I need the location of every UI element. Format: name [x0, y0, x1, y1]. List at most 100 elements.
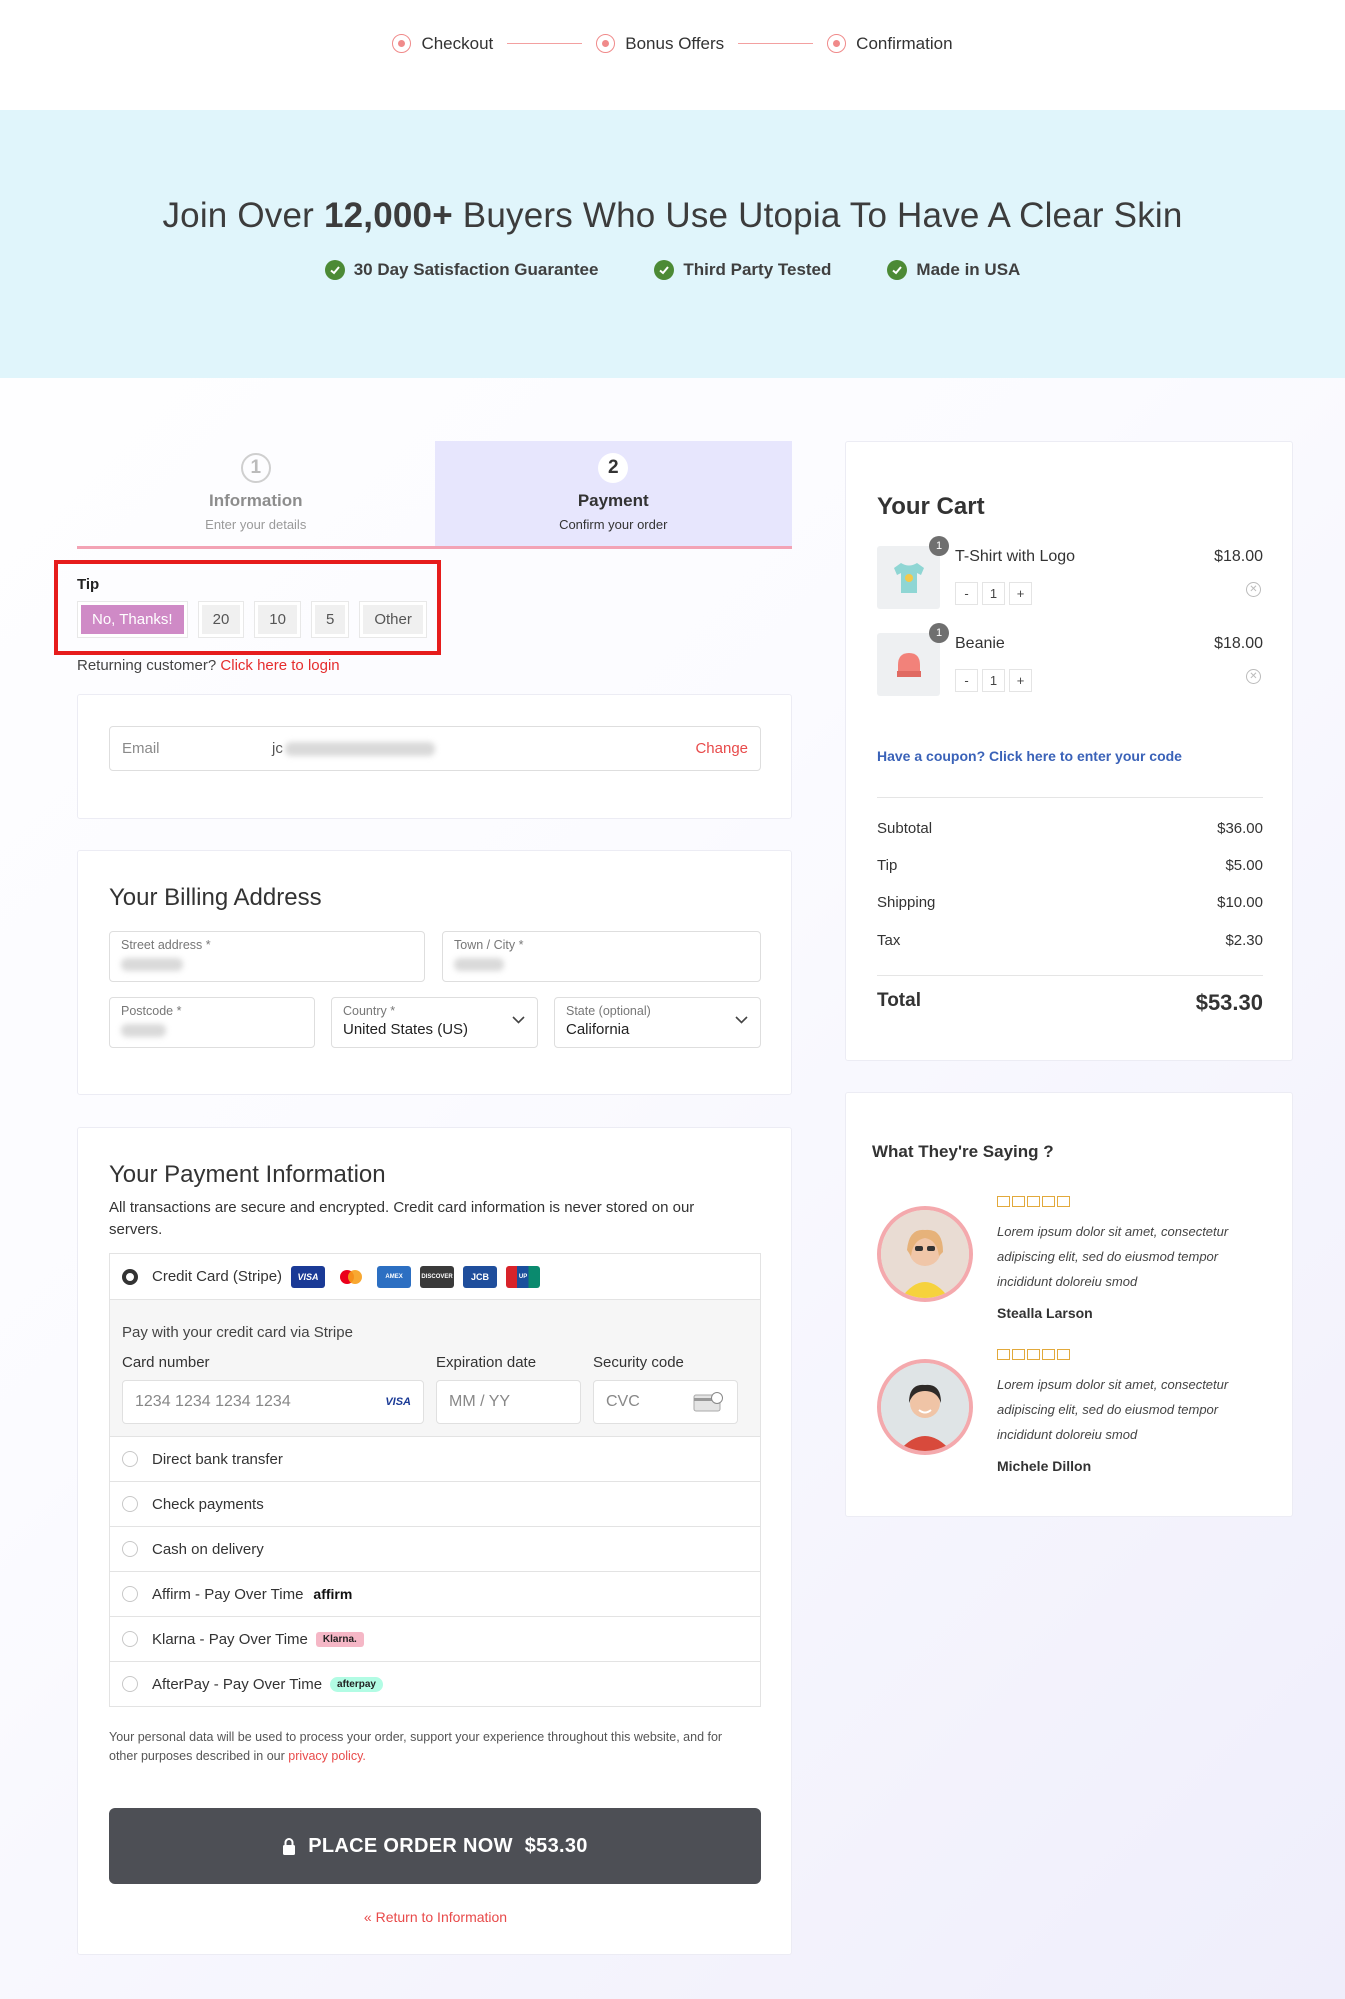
tab-subtitle: Enter your details: [205, 517, 307, 532]
cart-item: 1 T-Shirt with Logo $18.00 - 1 + ✕: [877, 536, 1263, 610]
remove-item-icon[interactable]: ✕: [1246, 582, 1261, 597]
radio-unselected[interactable]: [122, 1496, 138, 1512]
tip-label: Tip: [77, 576, 100, 593]
tip-option-5[interactable]: 5: [310, 601, 350, 638]
chevron-down-icon: [512, 1016, 525, 1024]
tab-information[interactable]: 1 Information Enter your details: [77, 441, 435, 546]
payment-method-check[interactable]: Check payments: [110, 1481, 760, 1526]
cart-title: Your Cart: [877, 493, 985, 520]
tab-number: 2: [598, 453, 629, 483]
card-number-input[interactable]: 1234 1234 1234 1234 VISA: [122, 1380, 424, 1424]
email-field[interactable]: Email jc Change: [109, 726, 761, 771]
step-dot-icon: [596, 34, 616, 53]
step-checkout: Checkout: [392, 34, 493, 54]
coupon-link[interactable]: Have a coupon? Click here to enter your …: [877, 748, 1182, 764]
tip-options: No, Thanks! 20 10 5 Other: [77, 601, 427, 638]
payment-method-affirm[interactable]: Affirm - Pay Over Time affirm: [110, 1571, 760, 1616]
redacted-blur: [454, 957, 504, 971]
chevron-down-icon: [735, 1016, 748, 1024]
check-circle-icon: [654, 260, 675, 280]
cart-item: 1 Beanie $18.00 - 1 + ✕: [877, 623, 1263, 697]
reviews-title: What They're Saying ?: [872, 1142, 1054, 1161]
postcode-field[interactable]: Postcode *: [109, 997, 315, 1048]
login-link[interactable]: Click here to login: [220, 657, 339, 674]
quantity-stepper: - 1 +: [955, 582, 1032, 605]
return-to-information-link[interactable]: « Return to Information: [78, 1909, 793, 1925]
badge-third-party: Third Party Tested: [654, 260, 831, 280]
summary-tax: Tax $2.30: [877, 932, 1263, 949]
reviewer-name: Michele Dillon: [997, 1458, 1092, 1474]
item-price: $18.00: [1214, 548, 1263, 565]
remove-item-icon[interactable]: ✕: [1246, 669, 1261, 684]
lock-icon: [283, 1837, 296, 1855]
unionpay-icon: UP: [506, 1265, 541, 1288]
tip-option-no-thanks[interactable]: No, Thanks!: [77, 601, 188, 638]
radio-unselected[interactable]: [122, 1586, 138, 1602]
payment-methods: Credit Card (Stripe) VISA AMEX DISCOVER …: [109, 1253, 761, 1707]
review-text: Lorem ipsum dolor sit amet, consectetur …: [997, 1224, 1229, 1289]
redacted-blur: [121, 957, 183, 971]
quantity-value: 1: [982, 669, 1005, 692]
mastercard-icon: [334, 1265, 369, 1288]
review-item: Lorem ipsum dolor sit amet, consectetur …: [877, 1349, 1263, 1479]
rating-stars-icon: [997, 1196, 1070, 1207]
badge-guarantee: 30 Day Satisfaction Guarantee: [324, 260, 598, 280]
payment-method-cod[interactable]: Cash on delivery: [110, 1526, 760, 1571]
increase-button[interactable]: +: [1009, 669, 1032, 692]
check-circle-icon: [324, 260, 345, 280]
payment-description: All transactions are secure and encrypte…: [109, 1199, 695, 1238]
step-connector: [507, 42, 583, 45]
email-change-link[interactable]: Change: [695, 740, 748, 757]
tab-subtitle: Confirm your order: [559, 517, 668, 532]
divider: [877, 797, 1263, 798]
quantity-stepper: - 1 +: [955, 669, 1032, 692]
increase-button[interactable]: +: [1009, 582, 1032, 605]
cvc-input[interactable]: CVC: [593, 1380, 738, 1424]
avatar: [877, 1206, 973, 1302]
tshirt-thumbnail: [877, 546, 940, 609]
klarna-logo: Klarna.: [315, 1631, 364, 1647]
email-card: Email jc Change: [77, 694, 792, 819]
returning-customer: Returning customer? Click here to login: [77, 657, 340, 674]
payment-method-afterpay[interactable]: AfterPay - Pay Over Time afterpay: [110, 1661, 760, 1706]
review-item: Lorem ipsum dolor sit amet, consectetur …: [877, 1196, 1263, 1326]
hero-title: Join Over 12,000+ Buyers Who Use Utopia …: [162, 196, 1183, 235]
radio-selected[interactable]: [122, 1268, 138, 1285]
summary-shipping: Shipping $10.00: [877, 894, 1263, 911]
tab-title: Information: [209, 491, 303, 510]
checkout-form: 1 Information Enter your details 2 Payme…: [54, 441, 792, 1955]
payment-method-bank-transfer[interactable]: Direct bank transfer: [110, 1436, 760, 1481]
item-name: T-Shirt with Logo: [955, 548, 1076, 565]
quantity-badge: 1: [929, 536, 949, 556]
radio-unselected[interactable]: [122, 1541, 138, 1557]
visa-icon: VISA: [291, 1265, 326, 1288]
step-connector: [738, 42, 814, 45]
tip-option-other[interactable]: Other: [359, 601, 427, 638]
radio-unselected[interactable]: [122, 1676, 138, 1692]
step-bonus-offers: Bonus Offers: [596, 34, 724, 54]
privacy-policy-link[interactable]: privacy policy.: [288, 1749, 366, 1763]
state-select[interactable]: State (optional) California: [554, 997, 761, 1048]
step-dot-icon: [827, 34, 847, 53]
payment-method-klarna[interactable]: Klarna - Pay Over Time Klarna.: [110, 1616, 760, 1661]
expiry-label: Expiration date: [436, 1354, 537, 1371]
radio-unselected[interactable]: [122, 1631, 138, 1647]
decrease-button[interactable]: -: [955, 582, 978, 605]
summary-total: Total $53.30: [877, 990, 1263, 1015]
email-label: Email: [122, 740, 160, 757]
expiry-input[interactable]: MM / YY: [436, 1380, 581, 1424]
tip-option-20[interactable]: 20: [197, 601, 245, 638]
payment-method-stripe[interactable]: Credit Card (Stripe) VISA AMEX DISCOVER …: [110, 1254, 760, 1299]
decrease-button[interactable]: -: [955, 669, 978, 692]
street-address-field[interactable]: Street address *: [109, 931, 425, 982]
radio-unselected[interactable]: [122, 1451, 138, 1467]
country-select[interactable]: Country * United States (US): [331, 997, 538, 1048]
payment-title: Your Payment Information: [109, 1161, 386, 1188]
visa-icon: VISA: [385, 1396, 411, 1408]
place-order-button[interactable]: PLACE ORDER NOW $53.30: [109, 1808, 761, 1884]
affirm-logo: affirm: [313, 1586, 353, 1602]
tip-option-10[interactable]: 10: [254, 601, 301, 638]
tab-number: 1: [240, 453, 271, 483]
tab-payment[interactable]: 2 Payment Confirm your order: [434, 441, 792, 546]
city-field[interactable]: Town / City *: [442, 931, 761, 982]
